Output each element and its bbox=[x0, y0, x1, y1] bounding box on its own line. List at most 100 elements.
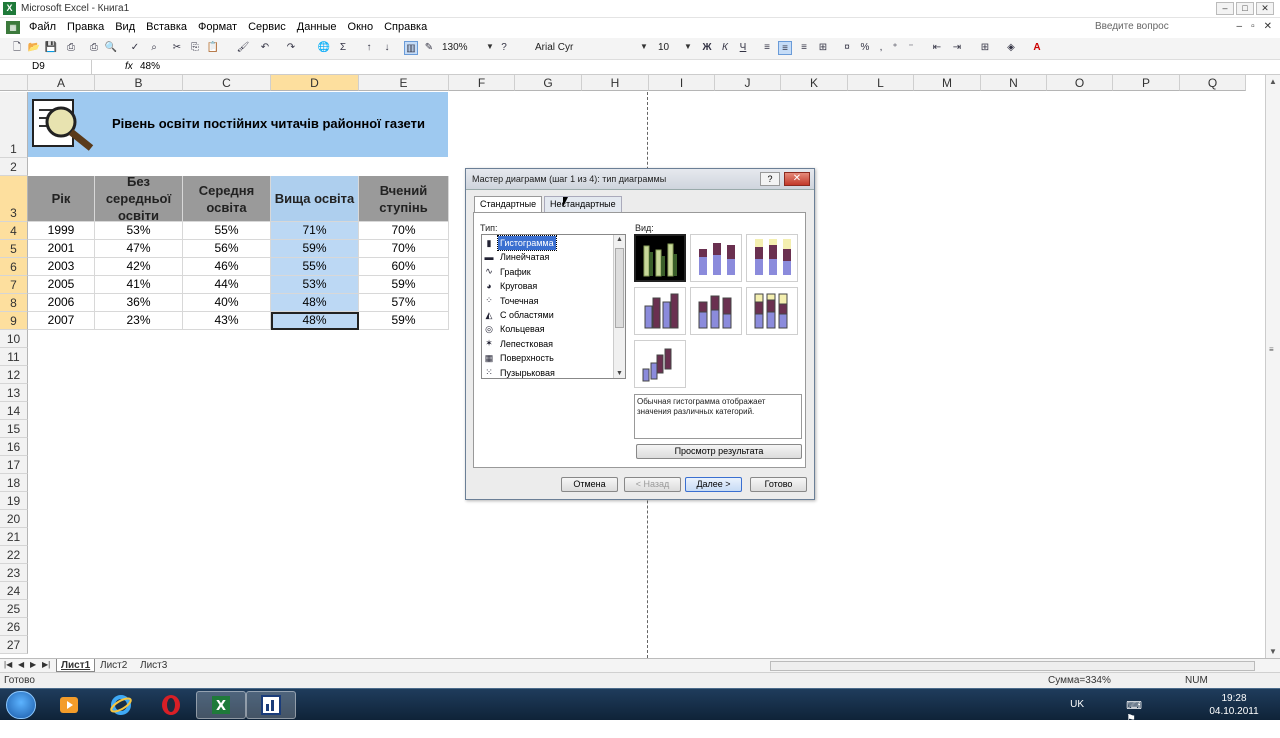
column-header-o[interactable]: O bbox=[1047, 75, 1113, 91]
table-header-cell[interactable]: Середня освіта bbox=[183, 176, 271, 222]
tab-sheet2[interactable]: Лист2 bbox=[96, 659, 131, 672]
menu-help[interactable]: Справка bbox=[384, 21, 427, 33]
row-header-5[interactable]: 5 bbox=[0, 240, 28, 258]
preview-button[interactable]: Просмотр результата bbox=[636, 444, 802, 459]
table-cell[interactable]: 56% bbox=[183, 240, 271, 258]
column-header-c[interactable]: C bbox=[183, 75, 271, 91]
table-cell[interactable]: 60% bbox=[359, 258, 449, 276]
table-cell[interactable]: 47% bbox=[95, 240, 183, 258]
subtype-clustered-column[interactable] bbox=[634, 234, 686, 282]
ask-question-box[interactable]: Введите вопрос bbox=[1095, 21, 1169, 32]
row-header-25[interactable]: 25 bbox=[0, 600, 28, 618]
table-cell[interactable]: 70% bbox=[359, 222, 449, 240]
paste-icon[interactable]: 📋 bbox=[206, 41, 220, 55]
font-size-select[interactable]: 10 bbox=[658, 42, 669, 53]
media-player-icon[interactable] bbox=[44, 691, 94, 719]
table-cell[interactable]: 2001 bbox=[28, 240, 95, 258]
autosum-icon[interactable]: Σ bbox=[336, 41, 350, 55]
internet-explorer-icon[interactable] bbox=[96, 691, 146, 719]
merge-center-icon[interactable]: ⊞ bbox=[816, 41, 830, 55]
table-cell[interactable]: 46% bbox=[183, 258, 271, 276]
increase-indent-icon[interactable]: ⇥ bbox=[950, 41, 964, 55]
menu-tools[interactable]: Сервис bbox=[248, 21, 286, 33]
table-cell[interactable]: 2007 bbox=[28, 312, 95, 330]
table-cell[interactable]: 59% bbox=[359, 276, 449, 294]
formula-input[interactable]: 48% bbox=[140, 60, 160, 74]
column-header-f[interactable]: F bbox=[449, 75, 515, 91]
table-cell[interactable]: 44% bbox=[183, 276, 271, 294]
row-header-24[interactable]: 24 bbox=[0, 582, 28, 600]
table-cell[interactable]: 55% bbox=[183, 222, 271, 240]
next-sheet-icon[interactable]: ▶ bbox=[30, 660, 36, 669]
dialog-title-bar[interactable]: Мастер диаграмм (шаг 1 из 4): тип диагра… bbox=[466, 169, 814, 190]
underline-icon[interactable]: Ч bbox=[736, 41, 750, 55]
increase-decimal-icon[interactable]: ⁺ bbox=[888, 41, 902, 55]
chart-wizard-taskbar-icon[interactable] bbox=[246, 691, 296, 719]
subtype-3d-stacked-column[interactable] bbox=[690, 287, 742, 335]
italic-icon[interactable]: К bbox=[718, 41, 732, 55]
print-preview-icon[interactable]: 🔍 bbox=[104, 41, 118, 55]
excel-taskbar-icon[interactable]: X bbox=[196, 691, 246, 719]
table-header-cell[interactable]: Вища освіта bbox=[271, 176, 359, 222]
row-header-14[interactable]: 14 bbox=[0, 402, 28, 420]
cut-icon[interactable]: ✂ bbox=[170, 41, 184, 55]
row-header-21[interactable]: 21 bbox=[0, 528, 28, 546]
open-icon[interactable]: 📂 bbox=[27, 41, 41, 55]
subtype-3d-clustered-column[interactable] bbox=[634, 287, 686, 335]
research-icon[interactable]: ⌕ bbox=[147, 41, 161, 55]
finish-button[interactable]: Готово bbox=[750, 477, 807, 492]
row-header-15[interactable]: 15 bbox=[0, 420, 28, 438]
tab-sheet3[interactable]: Лист3 bbox=[136, 659, 171, 672]
chart-type-item[interactable]: ∿ График bbox=[483, 265, 533, 279]
tray-icons[interactable]: ⌨ ⚑ ▮ ♪ bbox=[1126, 699, 1142, 738]
chart-type-item[interactable]: ▮ Гистограмма bbox=[483, 235, 557, 251]
chart-type-item[interactable]: ▬ Линейчатая bbox=[483, 250, 551, 264]
table-cell[interactable]: 23% bbox=[95, 312, 183, 330]
row-header-27[interactable]: 27 bbox=[0, 636, 28, 654]
bold-icon[interactable]: Ж bbox=[700, 41, 714, 55]
close-window-button[interactable]: ✕ bbox=[1256, 2, 1274, 15]
row-header-4[interactable]: 4 bbox=[0, 222, 28, 240]
row-header-26[interactable]: 26 bbox=[0, 618, 28, 636]
dialog-close-button[interactable]: ✕ bbox=[784, 172, 810, 186]
column-header-g[interactable]: G bbox=[515, 75, 582, 91]
align-right-icon[interactable]: ≡ bbox=[797, 41, 811, 55]
column-header-e[interactable]: E bbox=[359, 75, 449, 91]
table-cell[interactable]: 41% bbox=[95, 276, 183, 294]
row-header-9[interactable]: 9 bbox=[0, 312, 28, 330]
drawing-icon[interactable]: ✎ bbox=[422, 41, 436, 55]
dialog-help-button[interactable]: ? bbox=[760, 172, 780, 186]
prev-sheet-icon[interactable]: ◀ bbox=[18, 660, 24, 669]
copy-icon[interactable]: ⎘ bbox=[188, 41, 202, 55]
opera-icon[interactable] bbox=[146, 691, 196, 719]
print-icon[interactable]: ⎙ bbox=[87, 41, 101, 55]
type-list-scrollbar[interactable]: ▲ ▼ bbox=[613, 235, 625, 378]
currency-icon[interactable]: ¤ bbox=[840, 41, 854, 55]
menu-insert[interactable]: Вставка bbox=[146, 21, 187, 33]
language-indicator[interactable]: UK bbox=[1070, 699, 1084, 710]
chart-type-list[interactable]: ▮ Гистограмма ▬ Линейчатая ∿ График ◕ Круговая ⁘… bbox=[481, 234, 626, 379]
column-header-k[interactable]: K bbox=[781, 75, 848, 91]
minimize-button[interactable]: – bbox=[1216, 2, 1234, 15]
table-header-cell[interactable]: Без середньої освіти bbox=[95, 176, 183, 222]
row-header-7[interactable]: 7 bbox=[0, 276, 28, 294]
list-scroll-down-icon[interactable]: ▼ bbox=[616, 370, 623, 377]
zoom-select[interactable]: 130% bbox=[442, 42, 468, 53]
workbook-restore-button[interactable]: ▫ bbox=[1251, 21, 1255, 32]
table-cell[interactable]: 53% bbox=[95, 222, 183, 240]
list-scroll-up-icon[interactable]: ▲ bbox=[616, 236, 623, 243]
back-button[interactable]: < Назад bbox=[624, 477, 681, 492]
subtype-3d-percent-column[interactable] bbox=[746, 287, 798, 335]
column-header-n[interactable]: N bbox=[981, 75, 1047, 91]
subtype-percent-column[interactable] bbox=[746, 234, 798, 282]
chart-type-item[interactable]: ✶ Лепестковая bbox=[483, 337, 555, 351]
table-cell[interactable]: 1999 bbox=[28, 222, 95, 240]
font-select[interactable]: Arial Cyr bbox=[535, 42, 573, 53]
cancel-button[interactable]: Отмена bbox=[561, 477, 618, 492]
scroll-down-icon[interactable]: ▼ bbox=[1269, 647, 1277, 656]
workbook-icon[interactable]: ▦ bbox=[6, 21, 20, 34]
row-header-10[interactable]: 10 bbox=[0, 330, 28, 348]
spelling-icon[interactable]: ✓ bbox=[128, 41, 142, 55]
fx-icon[interactable]: fx bbox=[125, 60, 133, 74]
thousands-icon[interactable]: , bbox=[874, 41, 888, 55]
